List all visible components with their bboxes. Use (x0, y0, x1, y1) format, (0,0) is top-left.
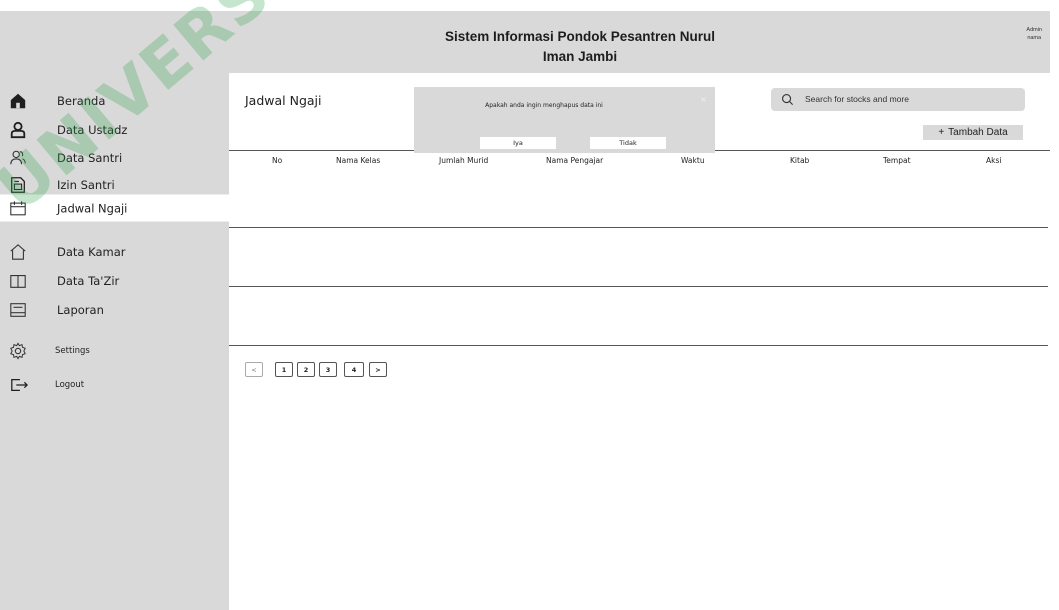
column-header-aksi: Aksi (986, 156, 1002, 165)
prev-page-button[interactable]: < (245, 362, 263, 377)
sidebar-item-data-tazir[interactable]: Data Ta'Zir (0, 267, 229, 294)
user-icon (10, 121, 26, 138)
delete-confirm-dialog: Apakah anda ingin menghapus data ini × I… (414, 87, 715, 153)
sidebar-item-label: Laporan (57, 302, 104, 317)
page-button-4[interactable]: 4 (344, 362, 364, 377)
table-row[interactable] (229, 227, 1048, 228)
column-header-kitab: Kitab (790, 156, 810, 165)
next-page-button[interactable]: > (369, 362, 387, 377)
table-row[interactable] (229, 286, 1048, 287)
app-title: Sistem Informasi Pondok Pesantren Nurul … (430, 27, 730, 67)
sidebar-item-laporan[interactable]: Laporan (0, 296, 229, 323)
sidebar-item-label: Settings (55, 345, 90, 356)
user-role: Admin (1026, 27, 1042, 33)
app-title-line-1: Sistem Informasi Pondok Pesantren Nurul (444, 29, 716, 44)
sidebar-item-logout[interactable]: Logout (0, 371, 229, 398)
search-input[interactable]: Search for stocks and more (771, 88, 1025, 111)
calendar-icon (10, 200, 26, 215)
column-header-tempat: Tempat (883, 156, 911, 165)
plus-icon: + (938, 127, 945, 138)
user-profile[interactable]: Admin nama (1026, 26, 1042, 42)
page-button-3[interactable]: 3 (319, 362, 337, 377)
table-row[interactable] (229, 345, 1048, 346)
sidebar-item-label: Logout (55, 379, 85, 390)
sidebar-item-label: Izin Santri (57, 177, 115, 192)
users-icon (10, 150, 26, 164)
cancel-no-button[interactable]: Tidak (590, 137, 666, 149)
sidebar-item-label: Jadwal Ngaji (57, 201, 128, 215)
logout-icon (11, 378, 28, 391)
confirm-yes-button[interactable]: Iya (480, 137, 556, 149)
dialog-message: Apakah anda ingin menghapus data ini (485, 102, 603, 109)
user-name: nama (1027, 35, 1042, 41)
sidebar-item-data-santri[interactable]: Data Santri (0, 144, 229, 171)
sidebar-item-settings[interactable]: Settings (0, 337, 229, 364)
sidebar-item-label: Beranda (57, 93, 106, 108)
column-header-no: No (272, 156, 283, 165)
gear-icon (10, 341, 26, 360)
close-icon[interactable]: × (700, 95, 707, 104)
column-header-nama-kelas: Nama Kelas (336, 156, 381, 165)
sidebar-item-data-kamar[interactable]: Data Kamar (0, 238, 229, 265)
sidebar-item-label: Data Ustadz (57, 122, 128, 137)
sidebar-item-jadwal-ngaji[interactable]: Jadwal Ngaji (0, 194, 229, 222)
app-title-line-2: Iman Jambi (542, 49, 618, 64)
book-icon (10, 274, 26, 288)
column-header-nama-pengajar: Nama Pengajar (546, 156, 604, 165)
page-title: Jadwal Ngaji (245, 93, 322, 108)
table-header: No Nama Kelas Jumlah Murid Nama Pengajar… (229, 150, 1050, 170)
search-icon (782, 94, 794, 106)
house-outline-icon (10, 243, 26, 260)
column-header-jumlah-murid: Jumlah Murid (439, 156, 489, 165)
top-header: Sistem Informasi Pondok Pesantren Nurul … (0, 11, 1050, 73)
sidebar-item-beranda[interactable]: Beranda (0, 87, 229, 114)
add-data-label: Tambah Data (948, 127, 1008, 138)
page-button-1[interactable]: 1 (275, 362, 293, 377)
sidebar: Beranda Data Ustadz Data Santri Izin San… (0, 73, 229, 610)
home-icon (10, 93, 26, 108)
sidebar-item-label: Data Ta'Zir (57, 273, 120, 288)
page-button-2[interactable]: 2 (297, 362, 315, 377)
add-data-button[interactable]: + Tambah Data (923, 125, 1023, 140)
column-header-waktu: Waktu (681, 156, 705, 165)
sidebar-item-data-ustadz[interactable]: Data Ustadz (0, 116, 229, 143)
document-icon (11, 176, 25, 193)
report-icon (10, 302, 26, 317)
sidebar-item-label: Data Kamar (57, 244, 126, 259)
sidebar-item-label: Data Santri (57, 150, 123, 165)
search-placeholder: Search for stocks and more (805, 94, 909, 104)
